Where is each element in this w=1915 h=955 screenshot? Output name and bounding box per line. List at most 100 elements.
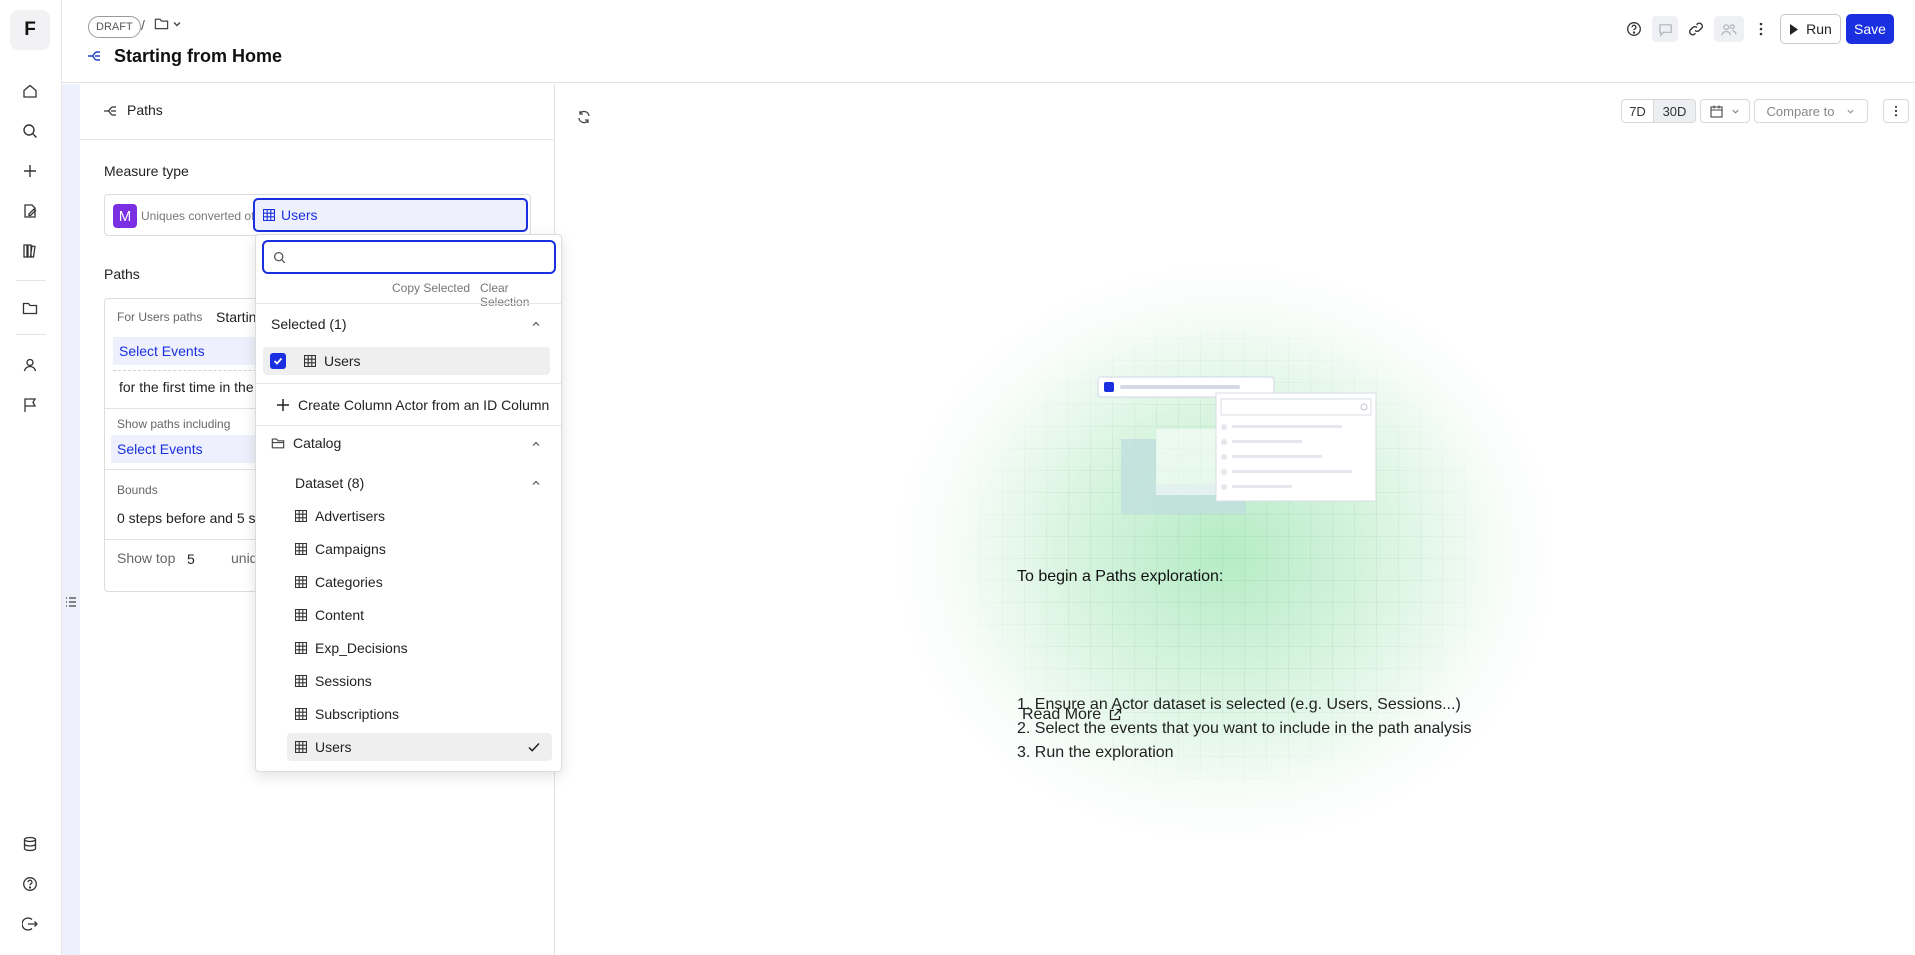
dataset-item-label: Exp_Decisions — [315, 640, 408, 656]
share-users-icon[interactable] — [1714, 16, 1744, 42]
for-paths-value[interactable]: Startin — [216, 309, 256, 325]
dataset-item-subscriptions[interactable]: Subscriptions — [287, 700, 552, 728]
compare-to-label: Compare to — [1766, 103, 1835, 119]
show-top-input[interactable]: 5 — [187, 551, 195, 567]
range-30d-button[interactable]: 30D — [1653, 99, 1696, 123]
flag-icon[interactable] — [19, 394, 41, 416]
nav-divider — [16, 334, 46, 335]
bounds-text[interactable]: 0 steps before and 5 ste — [117, 510, 267, 526]
compare-to-select[interactable]: Compare to — [1754, 99, 1868, 123]
chevron-up-icon[interactable] — [531, 439, 541, 449]
empty-state-title: To begin a Paths exploration: — [1017, 568, 1224, 585]
chevron-down-icon — [1846, 107, 1855, 116]
chevron-up-icon[interactable] — [531, 319, 541, 329]
divider — [256, 303, 561, 304]
create-column-actor-label: Create Column Actor from an ID Column — [298, 397, 550, 413]
panel-title: Paths — [127, 102, 163, 118]
selected-section-header[interactable]: Selected (1) — [271, 316, 346, 332]
results-canvas: 7D 30D Compare to To begin a Paths explo… — [556, 84, 1915, 955]
save-button[interactable]: Save — [1846, 14, 1894, 44]
page-title[interactable]: Starting from Home — [114, 46, 282, 67]
play-icon — [1789, 23, 1799, 36]
home-icon[interactable] — [19, 80, 41, 102]
help-icon[interactable] — [1621, 16, 1647, 42]
more-vertical-icon[interactable] — [1883, 99, 1909, 123]
external-link-icon — [1108, 708, 1122, 722]
dataset-search-input[interactable] — [294, 247, 544, 267]
dataset-item-sessions[interactable]: Sessions — [287, 667, 552, 695]
measure-type-label: Measure type — [104, 163, 189, 179]
plus-icon — [276, 398, 290, 412]
actor-dataset-value: Users — [281, 207, 318, 223]
status-badge: DRAFT — [88, 16, 141, 38]
read-more-label: Read More — [1022, 706, 1102, 723]
table-icon — [295, 543, 307, 555]
dataset-item-label: Content — [315, 607, 365, 623]
run-button[interactable]: Run — [1780, 14, 1841, 44]
table-icon — [295, 741, 307, 753]
folder-icon — [154, 16, 169, 31]
dataset-item-label: Sessions — [315, 673, 372, 689]
help-icon[interactable] — [19, 873, 41, 895]
app-logo[interactable]: F — [10, 10, 50, 50]
database-icon[interactable] — [19, 833, 41, 855]
dataset-item-categories[interactable]: Categories — [287, 568, 552, 596]
user-icon[interactable] — [19, 354, 41, 376]
folder-open-icon — [271, 436, 285, 450]
dataset-item-label: Categories — [315, 574, 383, 590]
more-vertical-icon[interactable] — [1751, 16, 1771, 42]
dataset-item-campaigns[interactable]: Campaigns — [287, 535, 552, 563]
selected-item[interactable]: Users — [263, 347, 550, 375]
for-paths-label: For Users paths — [117, 310, 203, 324]
folder-picker-button[interactable] — [154, 16, 182, 31]
link-icon[interactable] — [1683, 16, 1709, 42]
edit-icon[interactable] — [19, 200, 41, 222]
dataset-item-exp-decisions[interactable]: Exp_Decisions — [287, 634, 552, 662]
checkbox-checked-icon[interactable] — [270, 353, 286, 369]
clear-selection-link[interactable]: Clear Selection — [480, 281, 561, 309]
dataset-item-label: Subscriptions — [315, 706, 400, 722]
folder-icon[interactable] — [19, 297, 41, 319]
app-nav: F — [0, 0, 62, 955]
table-icon — [295, 708, 307, 720]
catalog-label: Catalog — [293, 435, 342, 451]
paths-icon[interactable] — [86, 48, 102, 64]
table-icon — [304, 355, 316, 367]
library-icon[interactable] — [19, 240, 41, 262]
logout-icon[interactable] — [19, 913, 41, 935]
nav-divider — [16, 280, 46, 281]
collapsed-sidebar-strip[interactable] — [62, 84, 80, 955]
list-icon[interactable] — [65, 596, 77, 608]
copy-selected-link[interactable]: Copy Selected — [392, 281, 470, 295]
measure-type-box: M Uniques converted of Users — [104, 194, 531, 236]
search-icon — [273, 251, 286, 264]
comment-icon[interactable] — [1652, 16, 1678, 42]
table-icon — [295, 675, 307, 687]
plus-icon[interactable] — [19, 160, 41, 182]
paths-section-label: Paths — [104, 266, 140, 282]
first-time-text[interactable]: for the first time in the t — [119, 379, 261, 395]
read-more-link[interactable]: Read More — [1022, 706, 1122, 724]
chevron-up-icon[interactable] — [531, 478, 541, 488]
dataset-group-header[interactable]: Dataset (8) — [295, 475, 364, 491]
measure-badge[interactable]: M — [113, 204, 137, 228]
range-7d-button[interactable]: 7D — [1621, 99, 1654, 123]
breadcrumb-separator: / — [141, 17, 145, 33]
catalog-section-header[interactable]: Catalog — [263, 429, 503, 457]
table-icon — [295, 510, 307, 522]
search-icon[interactable] — [19, 120, 41, 142]
create-column-actor-button[interactable]: Create Column Actor from an ID Column — [268, 391, 553, 419]
checkmark-icon — [527, 740, 541, 754]
refresh-icon[interactable] — [576, 109, 592, 125]
dataset-item-advertisers[interactable]: Advertisers — [287, 502, 552, 530]
dataset-item-label: Users — [315, 739, 352, 755]
dataset-item-label: Advertisers — [315, 508, 386, 524]
actor-dataset-selector[interactable]: Users — [253, 198, 528, 232]
dataset-item-users[interactable]: Users — [287, 733, 552, 761]
dataset-dropdown: Copy Selected Clear Selection Selected (… — [255, 234, 562, 772]
dataset-search[interactable] — [262, 240, 556, 274]
table-icon — [263, 209, 275, 221]
table-icon — [295, 642, 307, 654]
date-picker-button[interactable] — [1700, 99, 1750, 123]
dataset-item-content[interactable]: Content — [287, 601, 552, 629]
